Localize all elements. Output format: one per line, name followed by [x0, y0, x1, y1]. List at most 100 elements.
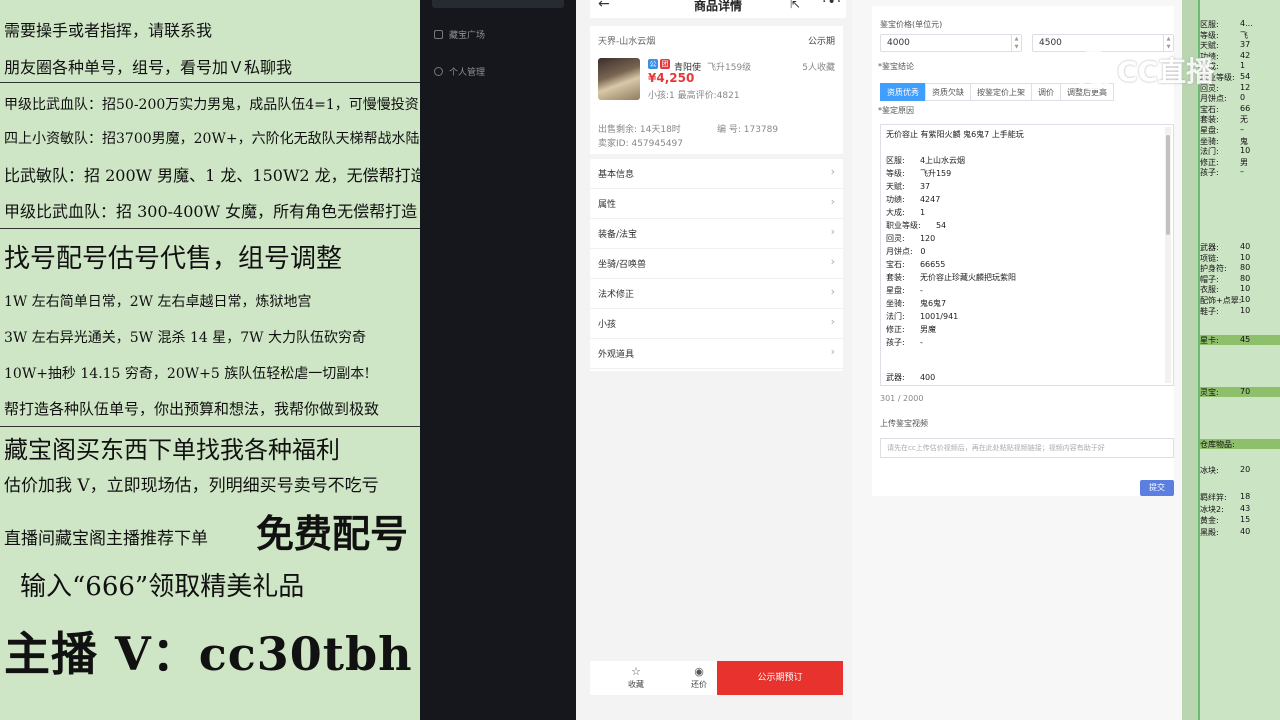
sheet-key[interactable]: 配饰+点翠: [1200, 295, 1241, 306]
sheet-value[interactable]: 4... [1240, 19, 1253, 28]
sheet-value[interactable]: 10 [1240, 146, 1250, 155]
divider [0, 426, 420, 427]
reason-line: 大成: 1 [886, 208, 926, 217]
sheet-key[interactable]: 鞋子: [1200, 306, 1219, 317]
sheet-key[interactable]: 冰块2: [1200, 504, 1224, 515]
stepper-icon[interactable]: ▲ ▼ [1163, 35, 1173, 51]
sheet-value[interactable]: 43 [1240, 504, 1250, 513]
sheet-key[interactable]: 宝石: [1200, 104, 1219, 115]
sheet-value[interactable]: 80 [1240, 274, 1250, 283]
menu-item-mounts[interactable]: 坐骑/召唤兽 › [590, 249, 843, 279]
detail-menu: 基本信息 › 属性 › 装备/法宝 › 坐骑/召唤兽 › 法术修正 › 小孩 › 外观道具 › [590, 159, 843, 371]
stepper-icon[interactable]: ▲ ▼ [1011, 35, 1021, 51]
menu-item-attributes[interactable]: 属性 › [590, 189, 843, 219]
star-icon: ☆ [631, 665, 641, 678]
reason-label: *鉴定原因 [878, 106, 914, 115]
sheet-value[interactable]: 0 [1240, 93, 1245, 102]
share-icon[interactable]: ⇱ [790, 0, 800, 11]
host-contact: 主播 V：cc30tbh [4, 627, 413, 681]
menu-item-basic[interactable]: 基本信息 › [590, 159, 843, 189]
sheet-key[interactable]: 羁绊笄: [1200, 492, 1227, 503]
tab-lacking[interactable]: 资质欠缺 [925, 83, 971, 101]
sheet-key[interactable]: 帽子: [1200, 274, 1219, 285]
bargain-button[interactable]: ◉ 还价 [679, 665, 719, 690]
sheet-key[interactable]: 武器: [1200, 242, 1219, 253]
tab-list-price[interactable]: 按鉴定价上架 [970, 83, 1032, 101]
reason-line: 星盘: - [886, 286, 923, 295]
menu-item-appearance[interactable]: 外观道具 › [590, 339, 843, 369]
chevron-right-icon: › [830, 285, 835, 298]
sheet-key[interactable]: 灵宝: [1200, 387, 1219, 398]
sheet-value[interactable]: 10 [1240, 295, 1250, 304]
sheet-value[interactable]: 10 [1240, 284, 1250, 293]
appraisal-form: 鉴宝价格(单位元) 4000 ▲ ▼ 4500 ▲ ▼ *鉴宝结论 资质优秀 资质欠… [852, 0, 1182, 720]
sheet-value[interactable]: 42 [1240, 51, 1250, 60]
sheet-key[interactable]: 项链: [1200, 253, 1219, 264]
sheet-key[interactable]: 套装: [1200, 114, 1219, 125]
sheet-value[interactable]: – [1240, 167, 1244, 176]
sheet-value[interactable]: 12 [1240, 83, 1250, 92]
sidebar-item-label: 个人管理 [449, 68, 486, 78]
sheet-key[interactable]: 星卡: [1200, 335, 1219, 346]
product-card: 天界-山水云烟 公示期 公 团 青阳使 飞升159级 5人收藏 ¥4,250 小… [590, 26, 843, 154]
sheet-key[interactable]: 法门: [1200, 146, 1219, 157]
sheet-key[interactable]: 仓库物品: [1200, 439, 1235, 450]
sheet-value[interactable]: 飞 [1240, 30, 1248, 41]
submit-button[interactable]: 提交 [1140, 480, 1174, 496]
sheet-key[interactable]: 黄金: [1200, 515, 1219, 526]
video-link-input[interactable]: 请先在cc上传估价视频后，再在此处粘贴视频链接；视频内容有助于好 [880, 438, 1174, 458]
sheet-value[interactable]: 15 [1240, 515, 1250, 524]
sheet-value[interactable]: 54 [1240, 72, 1250, 81]
sheet-key[interactable]: 冰块: [1200, 465, 1219, 476]
sheet-value[interactable]: 70 [1240, 387, 1250, 396]
sheet-value[interactable]: 66 [1240, 104, 1250, 113]
menu-item-spell-mod[interactable]: 法术修正 › [590, 279, 843, 309]
sidebar-item-market[interactable]: 藏宝广场 [434, 28, 485, 41]
sheet-value[interactable]: 80 [1240, 263, 1250, 272]
reason-textarea[interactable]: 无价容止 有紫阳火麟 鬼6鬼7 上手能玩 区服: 4上山水云烟 等级: 飞升15… [880, 124, 1174, 386]
sheet-value[interactable]: – [1240, 125, 1244, 134]
menu-item-children[interactable]: 小孩 › [590, 309, 843, 339]
tab-excellent[interactable]: 资质优秀 [880, 83, 926, 101]
favorite-button[interactable]: ☆ 收藏 [616, 665, 656, 690]
sheet-value[interactable]: 男 [1240, 157, 1248, 168]
sheet-key[interactable]: 修正: [1200, 157, 1219, 168]
tab-adjust[interactable]: 调价 [1031, 83, 1061, 101]
sheet-value[interactable]: 鬼 [1240, 136, 1248, 147]
sheet-key[interactable]: 孩子: [1200, 167, 1219, 178]
time-left: 出售剩余: 14天18时 [598, 125, 681, 135]
sheet-value[interactable]: 45 [1240, 335, 1250, 344]
scrollbar-thumb[interactable] [1166, 135, 1170, 235]
sheet-key[interactable]: 衣服: [1200, 284, 1219, 295]
sheet-value[interactable]: 10 [1240, 306, 1250, 315]
more-icon[interactable]: ·•· [822, 0, 842, 10]
sheet-value[interactable]: 20 [1240, 465, 1250, 474]
reason-line: 月饼点: 0 [886, 247, 926, 256]
reserve-button[interactable]: 公示期预订 [717, 661, 843, 695]
tag-icon: 团 [660, 59, 670, 69]
sheet-value[interactable]: 1 [1240, 61, 1245, 70]
sheet-value[interactable]: 18 [1240, 492, 1250, 501]
sheet-value[interactable]: 40 [1240, 527, 1250, 536]
sheet-key[interactable]: 护身符: [1200, 263, 1227, 274]
watermark: CC直播 [1074, 50, 1214, 90]
menu-item-equipment[interactable]: 装备/法宝 › [590, 219, 843, 249]
sheet-key[interactable]: 等级: [1200, 30, 1219, 41]
sheet-key[interactable]: 黑殿: [1200, 527, 1219, 538]
reason-line: 等级: 飞升159 [886, 169, 952, 178]
promo-line: 甲级比武血队：招50-200万实力男鬼，成品队伍4=1，可慢慢投资 [4, 97, 419, 113]
sheet-value[interactable]: 无 [1240, 114, 1248, 125]
reason-line: 天赋: 37 [886, 182, 931, 191]
sheet-key[interactable]: 星盘: [1200, 125, 1219, 136]
sidebar-item-personal[interactable]: 个人管理 [434, 65, 485, 78]
sheet-key[interactable]: 坐骑: [1200, 136, 1219, 147]
sheet-value[interactable]: 40 [1240, 242, 1250, 251]
sheet-key[interactable]: 区服: [1200, 19, 1219, 30]
promo-line: 比武敏队：招 200W 男魔、1 龙、150W2 龙，无偿帮打造 [4, 166, 420, 185]
sheet-value[interactable]: 37 [1240, 40, 1250, 49]
price-low-input[interactable]: 4000 ▲ ▼ [880, 34, 1022, 52]
cc-logo-icon [1074, 50, 1114, 90]
chevron-right-icon: › [830, 345, 835, 358]
sheet-key[interactable]: 月饼点: [1200, 93, 1227, 104]
sheet-value[interactable]: 10 [1240, 253, 1250, 262]
